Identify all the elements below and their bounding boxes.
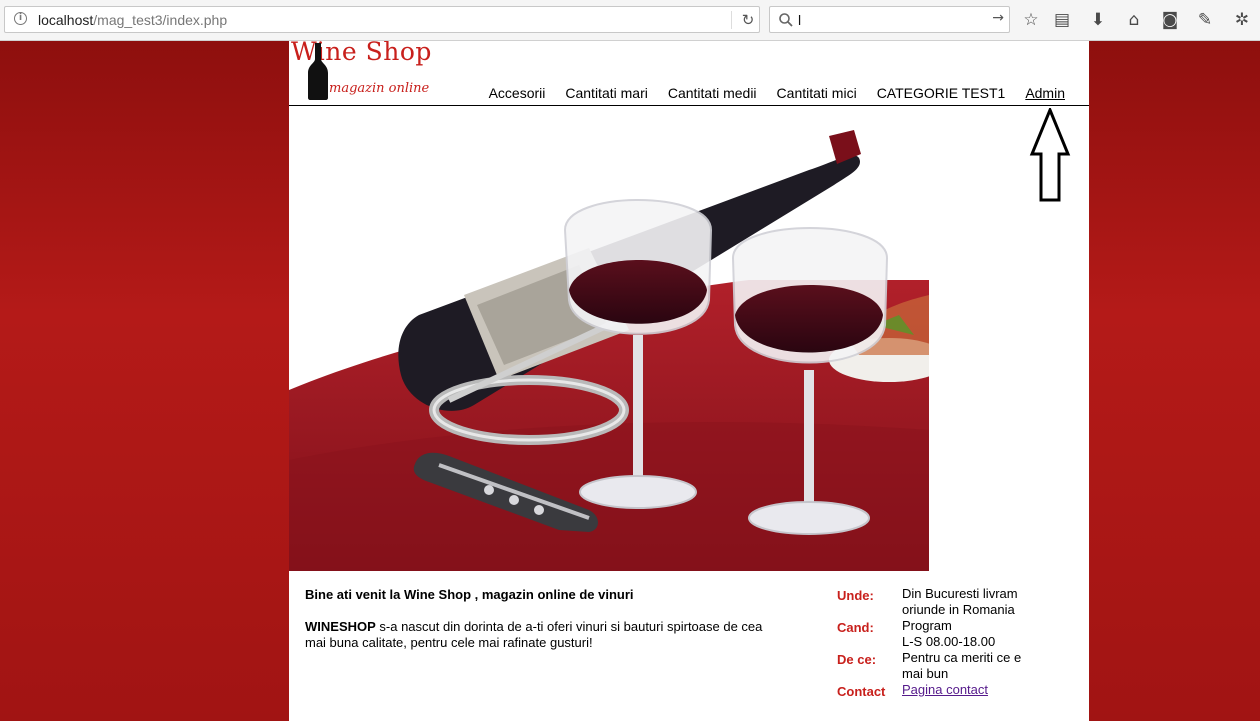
info-row-why: De ce: Pentru ca meriti ce e mai bun [837,650,1087,682]
url-text[interactable]: localhost/mag_test3/index.php [38,12,227,28]
contact-value: Pagina contact [902,682,1032,698]
nav-item-cantitati-mari[interactable]: Cantitati mari [565,85,647,102]
url-divider [731,11,732,29]
when-value-line2: L-S 08.00-18.00 [902,634,996,649]
why-value: Pentru ca meriti ce e mai bun [902,650,1022,681]
nav-item-cantitati-mici[interactable]: Cantitati mici [777,85,857,102]
home-icon[interactable]: ⌂ [1124,10,1144,30]
nav-item-accesorii[interactable]: Accesorii [489,85,546,102]
contact-label: Contact [837,684,886,699]
background-left [0,41,289,721]
download-icon[interactable]: ⬇ [1088,10,1108,30]
contact-page-link[interactable]: Pagina contact [902,682,988,697]
search-go-icon[interactable]: → [992,10,1004,26]
browser-toolbar: i localhost/mag_test3/index.php ↻ l → ☆ … [0,0,1260,41]
search-bar[interactable]: l → [769,6,1010,33]
background-right [1089,41,1260,721]
where-value: Din Bucuresti livram oriunde in Romania [902,586,1018,617]
address-bar[interactable]: i localhost/mag_test3/index.php ↻ [4,6,760,33]
pocket-icon[interactable]: ◙ [1160,10,1180,30]
hero-image [289,130,929,571]
when-value: Program L-S 08.00-18.00 [902,618,1032,650]
page-container: Wine Shop magazin online Accesorii Canti… [289,41,1089,721]
nav-divider [289,105,1089,106]
welcome-heading: Bine ati venit la Wine Shop , magazin on… [305,587,634,602]
info-row-where: Unde: Din Bucuresti livram oriunde in Ro… [837,586,1087,618]
main-nav: Accesorii Cantitati mari Cantitati medii… [289,85,1065,102]
nav-item-cantitati-medii[interactable]: Cantitati medii [668,85,757,102]
search-icon [779,13,793,27]
intro-paragraph: WINESHOP s-a nascut din dorinta de a-ti … [305,619,770,651]
info-row-contact: Contact Pagina contact [837,682,1087,699]
url-path: /mag_test3/index.php [93,12,228,28]
reading-list-icon[interactable]: ▤ [1052,10,1072,30]
intro-brand: WINESHOP [305,619,376,634]
where-label: Unde: [837,588,874,603]
when-label: Cand: [837,620,874,635]
url-host: localhost [38,12,94,28]
search-input[interactable]: l [798,12,801,28]
nav-item-admin[interactable]: Admin [1025,85,1065,102]
info-row-when: Cand: Program L-S 08.00-18.00 [837,618,1087,650]
up-arrow-annotation [1029,108,1071,202]
info-icon[interactable]: i [14,12,27,25]
why-label: De ce: [837,652,877,667]
star-icon[interactable]: ☆ [1021,10,1041,30]
when-value-line1: Program [902,618,952,633]
reload-icon[interactable]: ↻ [738,10,758,30]
pen-icon[interactable]: ✎ [1195,10,1215,30]
info-panel: Unde: Din Bucuresti livram oriunde in Ro… [837,586,1087,699]
nav-item-categorie-test1[interactable]: CATEGORIE TEST1 [877,85,1006,102]
wine-illustration [289,130,929,571]
extension-icon[interactable]: ✲ [1232,10,1252,30]
